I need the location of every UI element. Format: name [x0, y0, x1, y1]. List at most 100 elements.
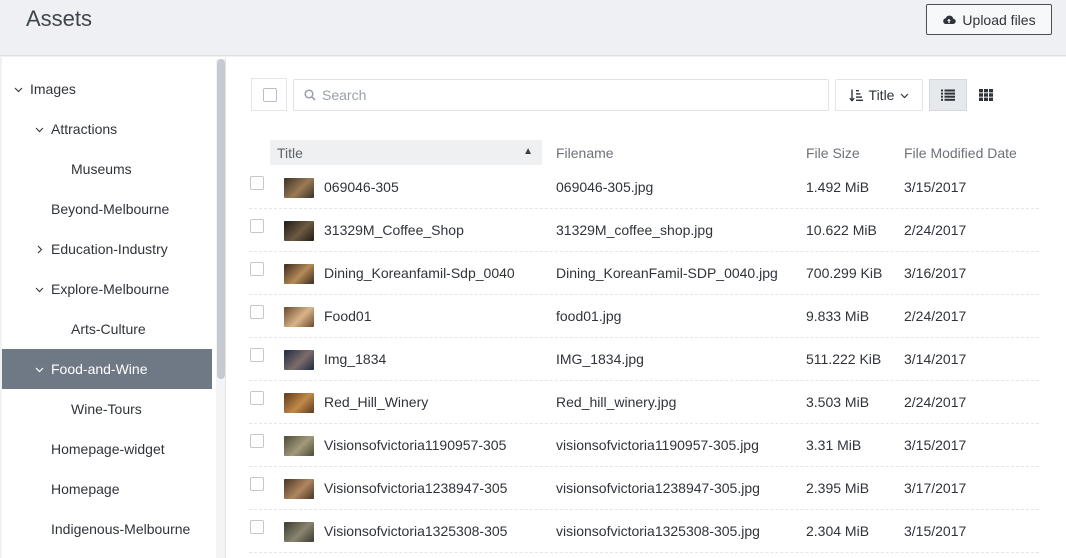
asset-filename: 31329M_coffee_shop.jpg	[556, 222, 713, 238]
asset-title[interactable]: Dining_Koreanfamil-Sdp_0040	[324, 265, 515, 281]
column-header-filename-label: Filename	[556, 144, 614, 161]
sidebar-item-museums[interactable]: Museums	[2, 149, 212, 189]
upload-files-button[interactable]: Upload files	[926, 4, 1052, 35]
chevron-down-icon[interactable]	[33, 363, 45, 375]
sidebar-item-homepage[interactable]: Homepage	[2, 469, 212, 509]
sidebar-item-beyond-melbourne[interactable]: Beyond-Melbourne	[2, 189, 212, 229]
search-input[interactable]	[322, 87, 802, 103]
column-header-date-label: File Modified Date	[904, 144, 1017, 161]
table-row[interactable]: Visionsofvictoria1238947-305 visionsofvic…	[249, 467, 1039, 510]
sidebar-item-label: Indigenous-Melbourne	[51, 521, 191, 537]
asset-title[interactable]: Red_Hill_Winery	[324, 394, 428, 410]
asset-filename: visionsofvictoria1238947-305.jpg	[556, 480, 760, 496]
column-header-file-size-label: File Size	[806, 144, 860, 161]
grid-view-button[interactable]	[967, 79, 1005, 111]
select-all-checkbox-wrapper[interactable]	[251, 78, 287, 111]
row-checkbox[interactable]	[250, 176, 264, 190]
chevron-down-icon[interactable]	[12, 83, 24, 95]
chevron-down-icon[interactable]	[33, 123, 45, 135]
asset-file-size: 1.492 MiB	[806, 179, 870, 195]
column-header-file-modified-date[interactable]: File Modified Date	[904, 140, 1017, 165]
sort-label: Title	[868, 87, 895, 103]
column-header-file-size[interactable]: File Size	[806, 140, 860, 165]
select-all-checkbox[interactable]	[263, 88, 277, 102]
asset-modified-date: 3/15/2017	[904, 179, 967, 195]
row-checkbox[interactable]	[250, 391, 264, 405]
sidebar-item-explore-melbourne[interactable]: Explore-Melbourne	[2, 269, 212, 309]
sidebar-item-label: Education-Industry	[51, 241, 168, 257]
asset-thumbnail	[284, 522, 314, 542]
asset-file-size: 9.833 MiB	[806, 308, 870, 324]
asset-file-size: 10.622 MiB	[806, 222, 877, 238]
table-row[interactable]: 31329M_Coffee_Shop 31329M_coffee_shop.jpg…	[249, 209, 1039, 252]
sidebar-item-label: Arts-Culture	[71, 321, 146, 337]
column-header-filename[interactable]: Filename	[556, 140, 614, 165]
asset-modified-date: 2/24/2017	[904, 308, 967, 324]
sidebar-item-wine-tours[interactable]: Wine-Tours	[2, 389, 212, 429]
chevron-down-icon	[901, 93, 909, 98]
asset-modified-date: 2/24/2017	[904, 222, 967, 238]
table-row[interactable]: Food01 food01.jpg 9.833 MiB 2/24/2017	[249, 295, 1039, 338]
asset-title[interactable]: 31329M_Coffee_Shop	[324, 222, 464, 238]
asset-file-size: 2.304 MiB	[806, 523, 870, 539]
sidebar-scrollbar-thumb[interactable]	[217, 59, 225, 379]
asset-thumbnail	[284, 221, 314, 241]
row-checkbox[interactable]	[250, 305, 264, 319]
row-checkbox[interactable]	[250, 434, 264, 448]
sidebar-item-label: Attractions	[51, 121, 118, 137]
sort-dropdown[interactable]: Title	[835, 79, 923, 111]
row-checkbox[interactable]	[250, 477, 264, 491]
sidebar-item-food-and-wine[interactable]: Food-and-Wine	[2, 349, 212, 389]
row-checkbox[interactable]	[250, 348, 264, 362]
row-checkbox[interactable]	[250, 219, 264, 233]
sidebar-item-indigenous-melbourne[interactable]: Indigenous-Melbourne	[2, 509, 212, 549]
table-row[interactable]: Red_Hill_Winery Red_hill_winery.jpg 3.503 …	[249, 381, 1039, 424]
column-header-title[interactable]: Title ▲	[270, 140, 542, 165]
sidebar-item-attractions[interactable]: Attractions	[2, 109, 212, 149]
sidebar-item-homepage-widget[interactable]: Homepage-widget	[2, 429, 212, 469]
asset-thumbnail	[284, 178, 314, 198]
asset-file-size: 3.31 MiB	[806, 437, 862, 453]
sidebar-scrollbar[interactable]	[216, 59, 225, 558]
asset-title[interactable]: Visionsofvictoria1238947-305	[324, 480, 507, 496]
sidebar-item-education-industry[interactable]: Education-Industry	[2, 229, 212, 269]
chevron-right-icon[interactable]	[33, 243, 45, 255]
asset-title[interactable]: Food01	[324, 308, 371, 324]
search-box[interactable]	[293, 79, 829, 111]
grid-view-icon	[979, 89, 993, 101]
sidebar-item-label: Explore-Melbourne	[51, 281, 170, 297]
asset-title[interactable]: Visionsofvictoria1190957-305	[324, 437, 506, 453]
sidebar-item-arts-culture[interactable]: Arts-Culture	[2, 309, 212, 349]
asset-filename: 069046-305.jpg	[556, 179, 654, 195]
asset-modified-date: 2/24/2017	[904, 394, 967, 410]
sidebar-item-label: Homepage-widget	[51, 441, 165, 457]
row-checkbox[interactable]	[250, 262, 264, 276]
row-checkbox[interactable]	[250, 520, 264, 534]
asset-title[interactable]: Visionsofvictoria1325308-305	[324, 523, 507, 539]
sidebar-item-images[interactable]: Images	[2, 69, 212, 109]
asset-filename: IMG_1834.jpg	[556, 351, 644, 367]
asset-thumbnail	[284, 350, 314, 370]
chevron-down-icon[interactable]	[33, 283, 45, 295]
list-view-button[interactable]	[929, 79, 967, 111]
table-row[interactable]: Img_1834 IMG_1834.jpg 511.222 KiB 3/14/2017	[249, 338, 1039, 381]
sort-arrow-up-icon: ▲	[523, 146, 533, 157]
column-header-title-label: Title	[277, 144, 303, 161]
asset-modified-date: 3/14/2017	[904, 351, 967, 367]
asset-file-size: 700.299 KiB	[806, 265, 883, 281]
asset-modified-date: 3/17/2017	[904, 480, 967, 496]
asset-filename: Dining_KoreanFamil-SDP_0040.jpg	[556, 265, 778, 281]
asset-filename: visionsofvictoria1190957-305.jpg	[556, 437, 759, 453]
asset-modified-date: 3/15/2017	[904, 523, 967, 539]
search-icon	[304, 89, 316, 101]
asset-title[interactable]: 069046-305	[324, 179, 399, 195]
asset-file-size: 2.395 MiB	[806, 480, 870, 496]
table-row[interactable]: Dining_Koreanfamil-Sdp_0040 Dining_Korean…	[249, 252, 1039, 295]
table-row[interactable]: 069046-305 069046-305.jpg 1.492 MiB 3/15/20…	[249, 166, 1039, 209]
asset-title[interactable]: Img_1834	[324, 351, 386, 367]
asset-thumbnail	[284, 436, 314, 456]
sidebar-item-label: Homepage	[51, 481, 120, 497]
table-row[interactable]: Visionsofvictoria1190957-305 visionsofvic…	[249, 424, 1039, 467]
table-row[interactable]: Visionsofvictoria1325308-305 visionsofvic…	[249, 510, 1039, 553]
asset-filename: food01.jpg	[556, 308, 622, 324]
